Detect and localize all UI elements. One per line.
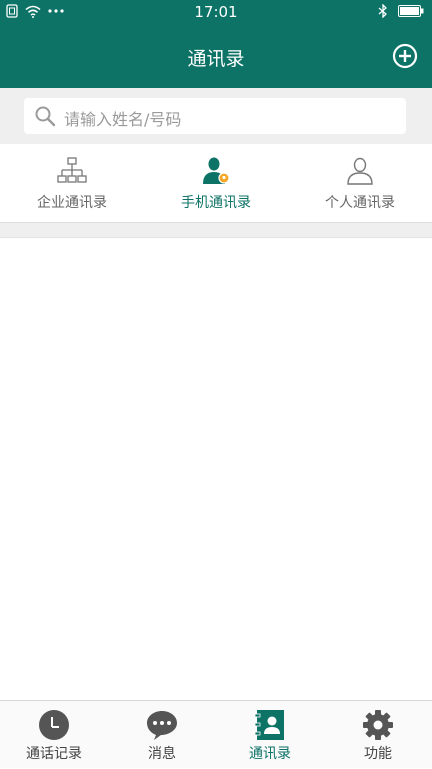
search-input[interactable]: 请输入姓名/号码 — [24, 98, 406, 134]
status-time: 17:01 — [194, 3, 238, 21]
person-outline-icon — [347, 157, 373, 185]
section-divider — [0, 222, 432, 238]
search-area: 请输入姓名/号码 — [0, 88, 432, 144]
nav-contacts[interactable]: 通讯录 — [216, 701, 324, 769]
phone-contact-icon — [203, 157, 230, 184]
nav-label: 通话记录 — [26, 746, 82, 762]
app-header: 通讯录 — [0, 24, 432, 88]
org-chart-icon — [57, 157, 87, 183]
nav-functions[interactable]: 功能 — [324, 701, 432, 769]
page-title: 通讯录 — [187, 48, 245, 70]
tab-personal-contacts[interactable]: 个人通讯录 — [288, 144, 432, 222]
contact-list-area — [0, 238, 432, 700]
contacts-book-icon — [254, 710, 284, 740]
add-contact-button[interactable] — [392, 43, 418, 69]
status-bar: 17:01 — [0, 0, 432, 24]
tab-label: 个人通讯录 — [325, 195, 395, 211]
nav-label: 功能 — [364, 746, 392, 762]
chat-bubble-icon — [147, 711, 177, 740]
search-placeholder: 请输入姓名/号码 — [64, 110, 182, 129]
nav-label: 通讯录 — [249, 746, 291, 762]
bottom-nav: 通话记录 消息 通讯录 功能 — [0, 700, 432, 768]
gear-icon — [363, 710, 393, 740]
tab-enterprise-contacts[interactable]: 企业通讯录 — [0, 144, 144, 222]
nav-messages[interactable]: 消息 — [108, 701, 216, 769]
nav-label: 消息 — [148, 746, 176, 762]
bluetooth-icon — [378, 4, 387, 18]
search-icon — [35, 106, 56, 127]
nav-call-history[interactable]: 通话记录 — [0, 701, 108, 769]
plus-circle-icon — [392, 43, 418, 69]
battery-icon — [398, 5, 424, 17]
status-icons-right — [378, 4, 424, 18]
tab-label: 手机通讯录 — [181, 195, 251, 211]
clock-icon — [39, 710, 69, 740]
contact-type-tabs: 企业通讯录 手机通讯录 个人通讯录 — [0, 144, 432, 222]
tab-phone-contacts[interactable]: 手机通讯录 — [144, 144, 288, 222]
tab-label: 企业通讯录 — [37, 195, 107, 211]
